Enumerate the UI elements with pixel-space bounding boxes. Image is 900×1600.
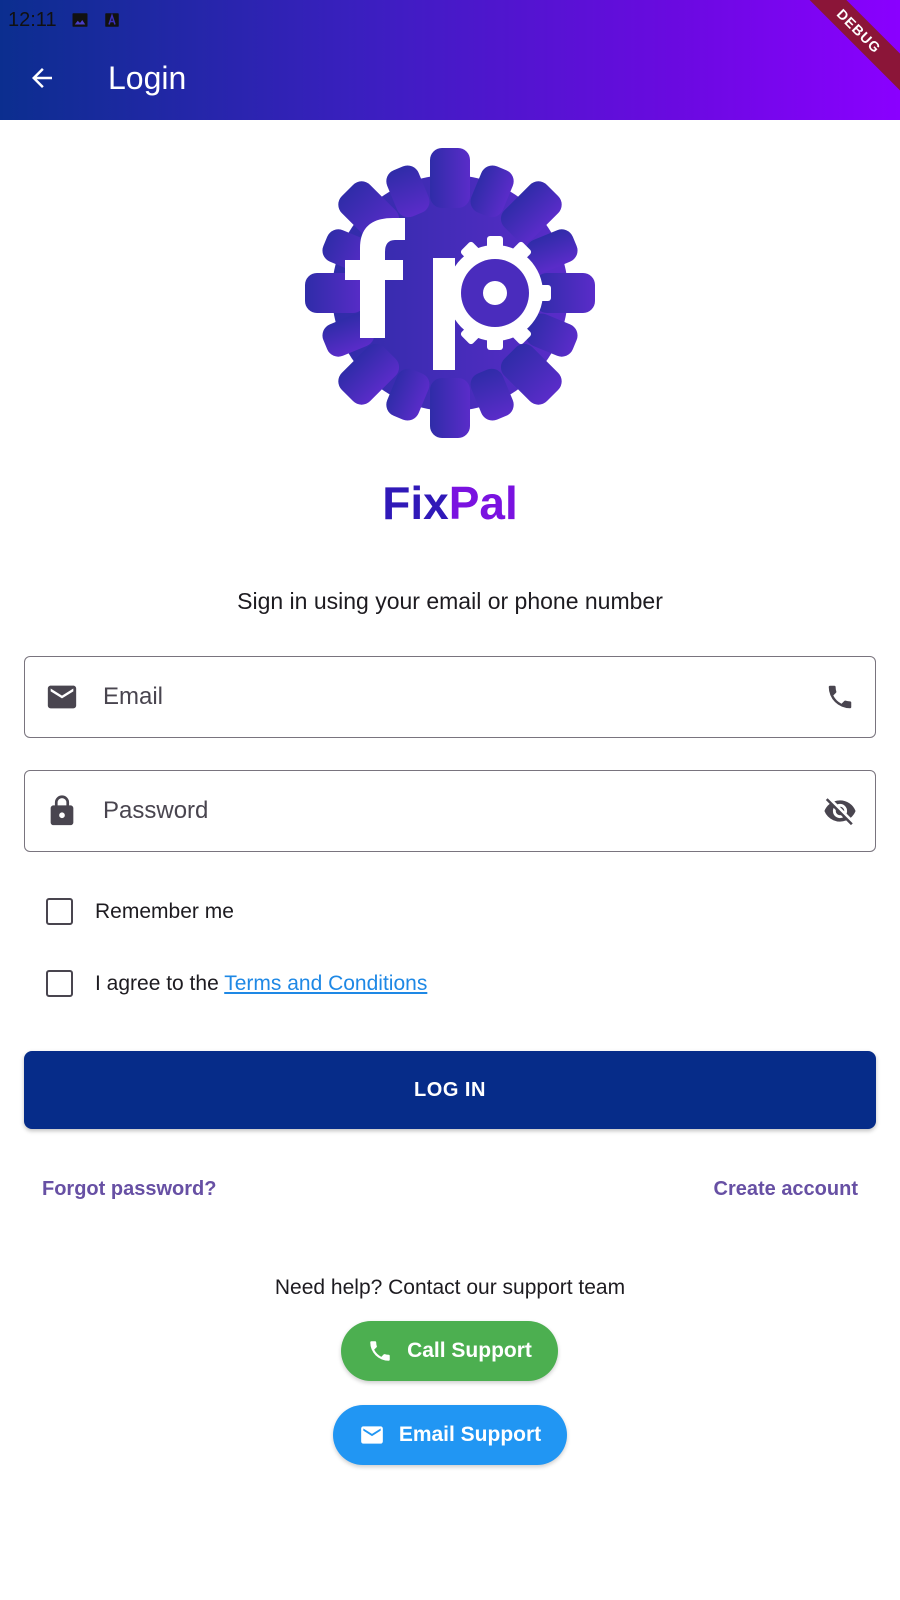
mail-icon <box>360 1426 383 1444</box>
debug-banner: DEBUG <box>796 0 900 94</box>
visibility-off-icon <box>824 798 856 826</box>
email-field-leading <box>27 657 97 737</box>
mail-icon <box>47 685 77 709</box>
status-bar: 12:11 <box>8 6 121 34</box>
support-help-text: Need help? Contact our support team <box>274 1276 626 1299</box>
app-bar: 12:11 Login DEBUG <box>0 0 900 120</box>
forgot-password-link[interactable]: Forgot password? <box>42 1178 216 1201</box>
password-field-leading <box>27 771 97 851</box>
fixpal-logo <box>305 148 595 438</box>
brand-name-pal: Pal <box>448 477 518 529</box>
agree-prefix: I agree to the <box>95 971 225 995</box>
remember-me-label: Remember me <box>95 899 234 923</box>
image-notification-icon <box>72 13 88 27</box>
password-input[interactable] <box>97 797 805 825</box>
password-visibility-toggle[interactable] <box>805 771 875 851</box>
create-account-link[interactable]: Create account <box>714 1178 859 1201</box>
email-support-button[interactable]: Email Support <box>333 1405 567 1465</box>
email-input[interactable] <box>97 683 805 711</box>
arrow-back-icon <box>32 68 52 88</box>
agree-terms-checkbox[interactable] <box>46 970 73 997</box>
terms-and-conditions-link[interactable]: Terms and Conditions <box>224 972 427 995</box>
back-button[interactable] <box>22 58 62 98</box>
email-field[interactable] <box>24 656 876 738</box>
phone-icon <box>828 685 852 709</box>
text-notification-icon <box>104 13 119 27</box>
agree-terms-row[interactable]: I agree to the Terms and Conditions <box>46 970 427 997</box>
phone-toggle-button[interactable] <box>805 657 875 737</box>
sign-in-subtitle: Sign in using your email or phone number <box>237 588 663 614</box>
brand-name: FixPal <box>0 475 900 531</box>
password-field[interactable] <box>24 770 876 852</box>
call-support-label: Call Support <box>407 1339 532 1362</box>
status-time: 12:11 <box>8 8 57 31</box>
lock-icon <box>50 795 74 826</box>
call-support-button[interactable]: Call Support <box>341 1321 558 1381</box>
phone-icon <box>370 1341 390 1361</box>
remember-me-row[interactable]: Remember me <box>46 898 234 925</box>
email-support-label: Email Support <box>398 1423 542 1446</box>
login-button[interactable]: LOG IN <box>24 1051 876 1129</box>
remember-me-checkbox[interactable] <box>46 898 73 925</box>
page-title: Login <box>108 60 187 96</box>
agree-terms-label: I agree to the Terms and Conditions <box>95 972 427 996</box>
brand-name-fix: Fix <box>382 477 449 529</box>
